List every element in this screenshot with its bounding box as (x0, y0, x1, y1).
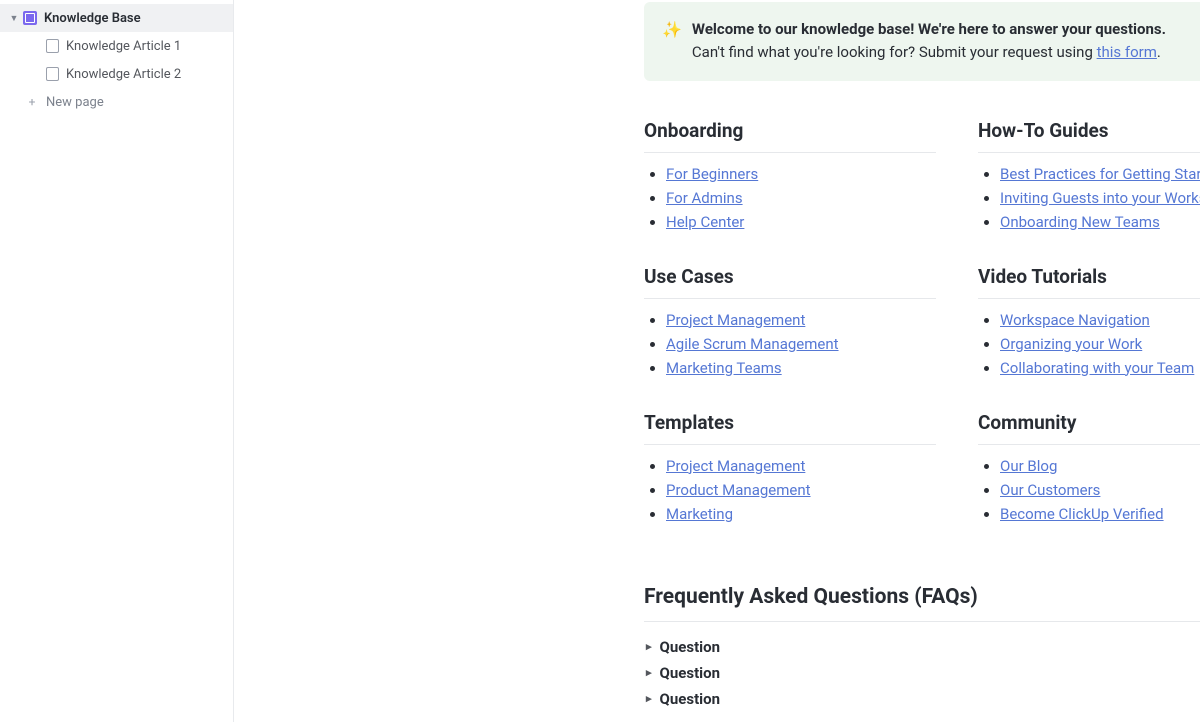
page-icon (44, 66, 60, 82)
callout-headline: Welcome to our knowledge base! We're her… (692, 20, 1166, 38)
section-links: Workspace Navigation Organizing your Work… (978, 311, 1200, 377)
section-link[interactable]: Marketing (666, 505, 733, 523)
list-item: Marketing (666, 505, 936, 523)
section-link[interactable]: Collaborating with your Team (1000, 359, 1194, 377)
section-heading: Templates (644, 411, 936, 434)
section-link[interactable]: Our Customers (1000, 481, 1100, 499)
faq-question-label: Question (660, 664, 720, 682)
triangle-right-icon: ▸ (646, 692, 652, 705)
list-item: For Beginners (666, 165, 936, 183)
list-item: Best Practices for Getting Started (1000, 165, 1200, 183)
list-item: Collaborating with your Team (1000, 359, 1200, 377)
new-page-label: New page (46, 95, 104, 110)
section-divider (644, 298, 936, 299)
section-divider (978, 298, 1200, 299)
new-page-button[interactable]: + New page (0, 88, 233, 116)
list-item: Marketing Teams (666, 359, 936, 377)
section-link[interactable]: Onboarding New Teams (1000, 213, 1160, 231)
triangle-right-icon: ▸ (646, 666, 652, 679)
sparkles-icon: ✨ (662, 18, 682, 65)
section: Use Cases Project Management Agile Scrum M… (644, 265, 936, 377)
section-divider (978, 444, 1200, 445)
callout-form-link[interactable]: this form (1097, 43, 1157, 61)
section-links: Project Management Agile Scrum Management… (644, 311, 936, 377)
sidebar-item-article[interactable]: Knowledge Article 1 (0, 32, 233, 60)
section-link[interactable]: Best Practices for Getting Started (1000, 165, 1200, 183)
section-heading: Onboarding (644, 119, 936, 142)
list-item: Agile Scrum Management (666, 335, 936, 353)
list-item: Project Management (666, 457, 936, 475)
section-divider (644, 444, 936, 445)
faq-item[interactable]: ▸ Question (644, 660, 1200, 686)
list-item: Onboarding New Teams (1000, 213, 1200, 231)
list-item: Inviting Guests into your Workspace (1000, 189, 1200, 207)
list-item: Organizing your Work (1000, 335, 1200, 353)
section-link[interactable]: Inviting Guests into your Workspace (1000, 189, 1200, 207)
sidebar-item-label: Knowledge Article 1 (66, 39, 181, 54)
faq-question-label: Question (660, 690, 720, 708)
page-icon (44, 38, 60, 54)
section-divider (644, 152, 936, 153)
section-link[interactable]: For Beginners (666, 165, 758, 183)
section-link[interactable]: Workspace Navigation (1000, 311, 1150, 329)
sidebar-item-label: Knowledge Article 2 (66, 67, 181, 82)
section-heading: How-To Guides (978, 119, 1200, 142)
list-item: Our Blog (1000, 457, 1200, 475)
list-item: Our Customers (1000, 481, 1200, 499)
callout-line2-post: . (1157, 43, 1161, 61)
section: Onboarding For Beginners For Admins Help Ce… (644, 119, 936, 231)
section-link[interactable]: Become ClickUp Verified (1000, 505, 1164, 523)
list-item: Become ClickUp Verified (1000, 505, 1200, 523)
sidebar-item-article[interactable]: Knowledge Article 2 (0, 60, 233, 88)
section-heading: Community (978, 411, 1200, 434)
main-content: ✨ Welcome to our knowledge base! We're h… (234, 0, 1200, 722)
plus-icon: + (24, 94, 40, 110)
list-item: For Admins (666, 189, 936, 207)
section: Community Our Blog Our Customers Become Cli… (978, 411, 1200, 523)
welcome-callout: ✨ Welcome to our knowledge base! We're h… (644, 2, 1200, 81)
section-link[interactable]: Organizing your Work (1000, 335, 1142, 353)
list-item: Project Management (666, 311, 936, 329)
sidebar-item-knowledge-base[interactable]: ▼ Knowledge Base (0, 4, 233, 32)
list-item: Product Management (666, 481, 936, 499)
knowledge-base-icon (22, 10, 38, 26)
section-link[interactable]: Our Blog (1000, 457, 1057, 475)
list-item: Workspace Navigation (1000, 311, 1200, 329)
section: Templates Project Management Product Manag… (644, 411, 936, 523)
sidebar: ▼ Knowledge Base Knowledge Article 1 Kno… (0, 0, 234, 722)
callout-body: Welcome to our knowledge base! We're her… (692, 18, 1166, 65)
triangle-right-icon: ▸ (646, 640, 652, 653)
section-heading: Use Cases (644, 265, 936, 288)
faq-item[interactable]: ▸ Question (644, 686, 1200, 712)
list-item: Help Center (666, 213, 936, 231)
faq-question-label: Question (660, 638, 720, 656)
section-links: Project Management Product Management Mark… (644, 457, 936, 523)
section-links: Our Blog Our Customers Become ClickUp Veri… (978, 457, 1200, 523)
section-links: Best Practices for Getting Started Inviti… (978, 165, 1200, 231)
section-link[interactable]: Project Management (666, 457, 805, 475)
right-column: How-To Guides Best Practices for Getting … (978, 119, 1200, 557)
section-link[interactable]: Help Center (666, 213, 744, 231)
section-link[interactable]: Agile Scrum Management (666, 335, 839, 353)
section-heading: Video Tutorials (978, 265, 1200, 288)
chevron-down-icon: ▼ (8, 13, 20, 24)
section-links: For Beginners For Admins Help Center (644, 165, 936, 231)
section-link[interactable]: Product Management (666, 481, 811, 499)
sidebar-root-label: Knowledge Base (44, 11, 141, 26)
section-link[interactable]: For Admins (666, 189, 743, 207)
faq-heading: Frequently Asked Questions (FAQs) (644, 585, 1200, 609)
section-divider (978, 152, 1200, 153)
faq-item[interactable]: ▸ Question (644, 634, 1200, 660)
faq-divider (644, 621, 1200, 622)
left-column: Onboarding For Beginners For Admins Help Ce… (644, 119, 936, 557)
section: Video Tutorials Workspace Navigation Organ… (978, 265, 1200, 377)
callout-line2-pre: Can't find what you're looking for? Subm… (692, 43, 1097, 61)
section: How-To Guides Best Practices for Getting … (978, 119, 1200, 231)
section-link[interactable]: Project Management (666, 311, 805, 329)
section-link[interactable]: Marketing Teams (666, 359, 782, 377)
